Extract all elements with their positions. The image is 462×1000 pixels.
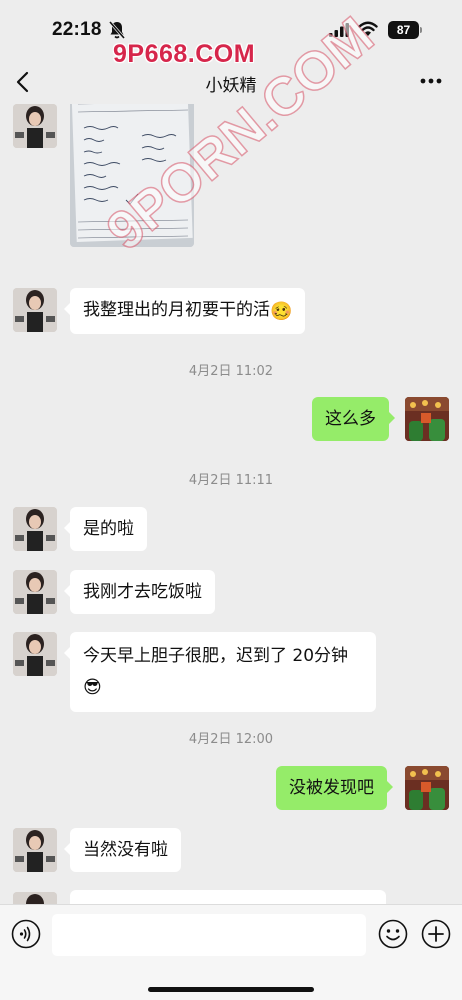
avatar-image bbox=[13, 288, 57, 332]
message-text: 今天早上胆子很肥，迟到了 20分钟 bbox=[83, 646, 349, 666]
avatar-image bbox=[405, 397, 449, 441]
message-bubble[interactable]: 我整理出的月初要干的活🥴 bbox=[63, 288, 306, 334]
avatar-self[interactable] bbox=[405, 397, 449, 441]
status-time: 22:18 bbox=[52, 19, 102, 40]
battery-icon: 87 bbox=[388, 21, 419, 39]
bell-slash-icon bbox=[108, 21, 126, 39]
avatar-self[interactable] bbox=[405, 766, 449, 810]
dizzy-face-icon: 🥴 bbox=[270, 301, 293, 322]
timestamp: 4月2日 11:02 bbox=[188, 364, 274, 379]
emoji-icon[interactable] bbox=[378, 919, 408, 949]
watermark-top: 9P668.COM bbox=[113, 40, 256, 68]
avatar[interactable] bbox=[13, 570, 57, 614]
avatar[interactable] bbox=[13, 828, 57, 872]
input-bar bbox=[0, 904, 462, 1000]
avatar-image bbox=[13, 892, 57, 904]
message-bubble[interactable]: 今天早上胆子很肥，迟到了 20分钟 😎 bbox=[64, 632, 376, 712]
avatar[interactable] bbox=[13, 632, 57, 676]
avatar-image bbox=[13, 828, 57, 872]
avatar[interactable] bbox=[13, 288, 57, 332]
message-bubble[interactable] bbox=[70, 890, 386, 904]
more-icon[interactable] bbox=[420, 78, 442, 84]
avatar-image bbox=[13, 104, 57, 148]
avatar-image bbox=[13, 570, 57, 614]
message-text: 这么多 bbox=[325, 409, 376, 429]
home-indicator[interactable] bbox=[148, 987, 314, 992]
avatar[interactable] bbox=[13, 104, 57, 148]
message-text: 当然没有啦 bbox=[83, 840, 168, 860]
message-bubble[interactable]: 我刚才去吃饭啦 bbox=[64, 570, 215, 614]
message-bubble[interactable]: 当然没有啦 bbox=[64, 828, 181, 872]
battery-tip bbox=[420, 27, 422, 33]
voice-icon[interactable] bbox=[11, 919, 41, 949]
avatar[interactable] bbox=[13, 892, 57, 904]
timestamp: 4月2日 12:00 bbox=[188, 732, 274, 747]
message-bubble[interactable]: 没被发现吧 bbox=[276, 766, 393, 810]
message-text: 是的啦 bbox=[83, 519, 134, 539]
avatar-image bbox=[13, 507, 57, 551]
message-input[interactable] bbox=[52, 914, 366, 956]
message-text: 没被发现吧 bbox=[289, 778, 374, 798]
timestamp: 4月2日 11:11 bbox=[188, 473, 274, 488]
message-text: 我整理出的月初要干的活 bbox=[83, 300, 270, 320]
avatar-image bbox=[13, 632, 57, 676]
sunglasses-face-icon: 😎 bbox=[83, 677, 102, 698]
plus-icon[interactable] bbox=[421, 919, 451, 949]
message-bubble[interactable]: 这么多 bbox=[312, 397, 395, 441]
avatar[interactable] bbox=[13, 507, 57, 551]
chat-area[interactable]: 我整理出的月初要干的活🥴 4月2日 11:02 这么多 4月2日 11:11 是… bbox=[0, 104, 462, 904]
avatar-image bbox=[405, 766, 449, 810]
message-bubble[interactable]: 是的啦 bbox=[64, 507, 147, 551]
chat-title: 小妖精 bbox=[205, 76, 257, 96]
message-text: 我刚才去吃饭啦 bbox=[83, 582, 202, 602]
